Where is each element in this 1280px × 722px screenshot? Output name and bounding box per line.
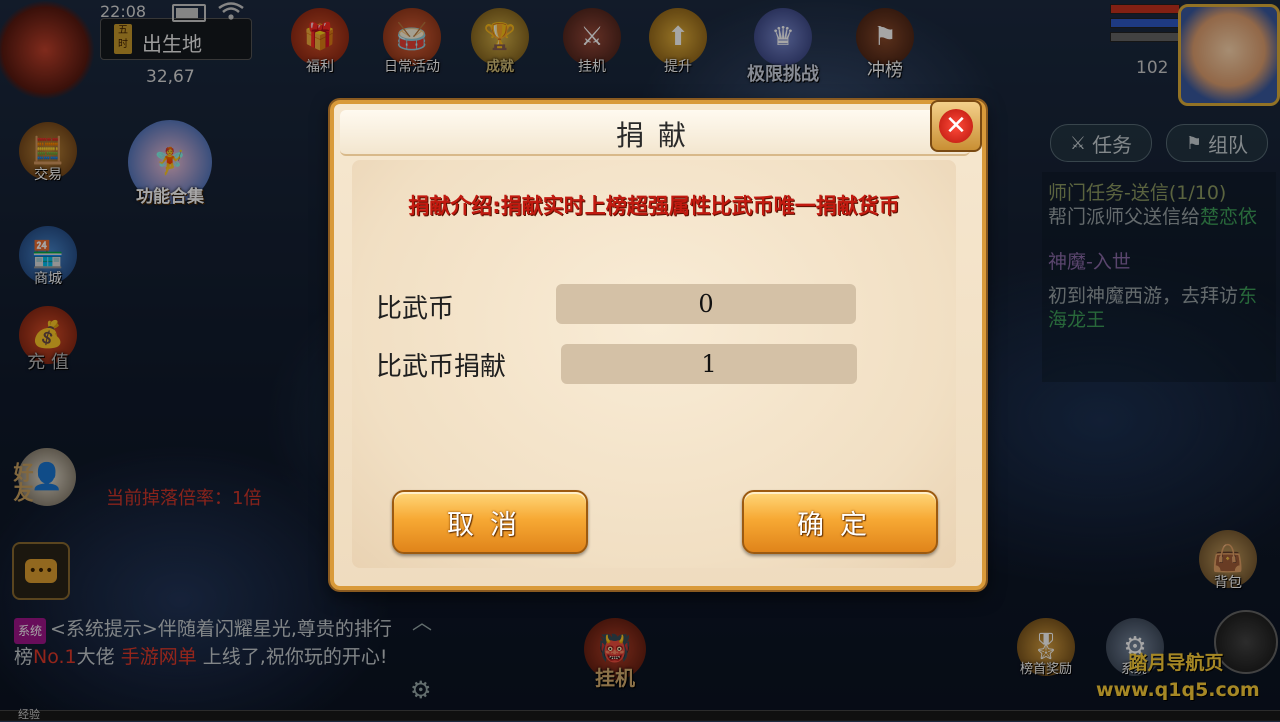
close-button[interactable]: ✕ bbox=[930, 100, 982, 152]
coin-label: 比武币 bbox=[376, 294, 455, 324]
donate-amount-label: 比武币捐献 bbox=[376, 352, 507, 382]
cancel-button[interactable]: 取消 bbox=[392, 490, 588, 554]
donate-amount-input[interactable]: 1 bbox=[561, 344, 857, 384]
dialog-title: 捐献 bbox=[615, 119, 700, 152]
donate-intro: 捐献介绍:捐献实时上榜超强属性比武币唯一捐献货币 bbox=[408, 194, 900, 218]
confirm-button[interactable]: 确定 bbox=[742, 490, 938, 554]
close-icon: ✕ bbox=[939, 109, 973, 143]
coin-balance: 0 bbox=[556, 284, 856, 324]
donate-dialog: 捐献 ✕ 捐献介绍:捐献实时上榜超强属性比武币唯一捐献货币 比武币 0 比武币捐… bbox=[330, 100, 986, 590]
